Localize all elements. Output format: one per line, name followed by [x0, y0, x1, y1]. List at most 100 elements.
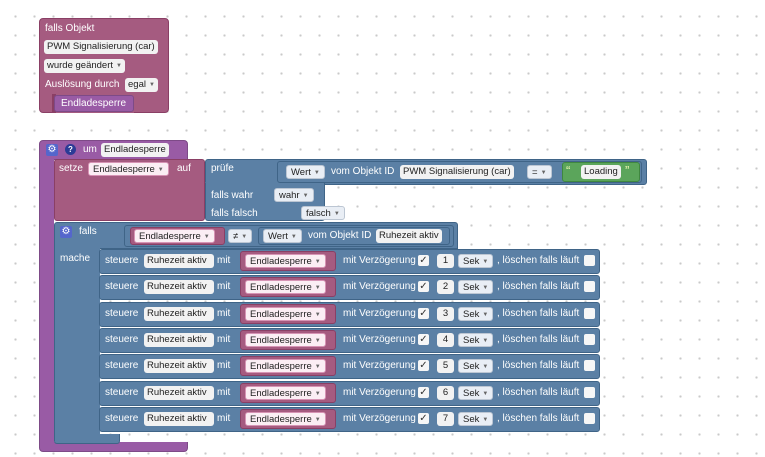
control-object-field[interactable]: Ruhezeit aktiv — [144, 280, 214, 294]
trigger-by-value: egal — [128, 79, 146, 90]
chevron-down-icon: ▼ — [482, 259, 489, 265]
with-label: mit — [217, 255, 231, 266]
unit-dropdown[interactable]: Sek ▼ — [458, 359, 494, 373]
unit-value: Sek — [463, 282, 480, 293]
delay-checkbox[interactable]: ✓ — [418, 255, 429, 266]
control-variable-dropdown[interactable]: Endladesperre ▼ — [245, 307, 326, 321]
chevron-down-icon: ▼ — [314, 417, 321, 423]
control-label: steuere — [105, 281, 139, 292]
if-attr-value: Wert — [268, 231, 288, 242]
clear-running-checkbox[interactable] — [584, 413, 595, 424]
when-false-dropdown[interactable]: falsch ▼ — [301, 206, 345, 220]
control-variable-value: Endladesperre — [250, 282, 312, 293]
control-variable-dropdown[interactable]: Endladesperre ▼ — [245, 280, 326, 294]
control-object-field[interactable]: Ruhezeit aktiv — [144, 386, 214, 400]
chevron-down-icon: ▼ — [203, 234, 210, 240]
clear-running-label: , löschen falls läuft — [497, 360, 580, 371]
clear-running-checkbox[interactable] — [584, 387, 595, 398]
trigger-by-dropdown[interactable]: egal ▼ — [125, 78, 158, 92]
delay-checkbox[interactable]: ✓ — [418, 387, 429, 398]
clear-running-checkbox[interactable] — [584, 360, 595, 371]
trigger-condition-dropdown[interactable]: wurde geändert ▼ — [44, 59, 125, 73]
unit-dropdown[interactable]: Sek ▼ — [458, 386, 494, 400]
with-label: mit — [217, 413, 231, 424]
delay-value-field[interactable]: 6 — [437, 386, 454, 400]
if-operator-dropdown[interactable]: ≠ ▼ — [228, 229, 253, 243]
delay-checkbox[interactable]: ✓ — [418, 334, 429, 345]
control-object-field[interactable]: Ruhezeit aktiv — [144, 359, 214, 373]
when-true-label: falls wahr — [211, 190, 254, 201]
delay-value-field[interactable]: 7 — [437, 412, 454, 426]
chevron-down-icon: ▼ — [148, 82, 155, 88]
control-variable-dropdown[interactable]: Endladesperre ▼ — [245, 359, 326, 373]
delay-label: mit Verzögerung — [343, 360, 416, 371]
operator-dropdown[interactable]: = ▼ — [527, 165, 552, 179]
trigger-title: falls Objekt — [45, 23, 95, 34]
unit-value: Sek — [463, 414, 480, 425]
clear-running-checkbox[interactable] — [584, 308, 595, 319]
control-label: steuere — [105, 308, 139, 319]
delay-value-field[interactable]: 2 — [437, 280, 454, 294]
unit-value: Sek — [463, 335, 480, 346]
delay-value-field[interactable]: 3 — [437, 307, 454, 321]
control-object-field[interactable]: Ruhezeit aktiv — [144, 254, 214, 268]
delay-checkbox[interactable]: ✓ — [418, 360, 429, 371]
clear-running-label: , löschen falls läuft — [497, 413, 580, 424]
unit-dropdown[interactable]: Sek ▼ — [458, 412, 494, 426]
control-object-field[interactable]: Ruhezeit aktiv — [144, 412, 214, 426]
function-name-field[interactable]: Endladesperre — [101, 143, 169, 157]
unit-dropdown[interactable]: Sek ▼ — [458, 333, 494, 347]
clear-running-checkbox[interactable] — [584, 281, 595, 292]
clear-running-label: , löschen falls läuft — [497, 255, 580, 266]
if-variable-dropdown[interactable]: Endladesperre ▼ — [134, 229, 215, 243]
control-label: steuere — [105, 334, 139, 345]
control-variable-dropdown[interactable]: Endladesperre ▼ — [245, 412, 326, 426]
ternary-check-label: prüfe — [211, 163, 234, 174]
unit-dropdown[interactable]: Sek ▼ — [458, 254, 494, 268]
control-variable-dropdown[interactable]: Endladesperre ▼ — [245, 254, 326, 268]
chevron-down-icon: ▼ — [302, 193, 309, 199]
unit-dropdown[interactable]: Sek ▼ — [458, 307, 494, 321]
trigger-object-field[interactable]: PWM Signalisierung (car) — [44, 40, 158, 54]
chevron-down-icon: ▼ — [314, 285, 321, 291]
clear-running-label: , löschen falls läuft — [497, 387, 580, 398]
control-variable-dropdown[interactable]: Endladesperre ▼ — [245, 386, 326, 400]
delay-value-field[interactable]: 4 — [437, 333, 454, 347]
attr-dropdown[interactable]: Wert ▼ — [286, 165, 325, 179]
chevron-down-icon: ▼ — [333, 211, 340, 217]
delay-checkbox[interactable]: ✓ — [418, 308, 429, 319]
with-label: mit — [217, 387, 231, 398]
control-variable-dropdown[interactable]: Endladesperre ▼ — [245, 333, 326, 347]
help-icon[interactable]: ? — [65, 144, 76, 155]
quote-close-icon: ” — [625, 163, 630, 178]
control-object-field[interactable]: Ruhezeit aktiv — [144, 307, 214, 321]
delay-value-field[interactable]: 5 — [437, 359, 454, 373]
if-attr-dropdown[interactable]: Wert ▼ — [263, 229, 302, 243]
clear-running-checkbox[interactable] — [584, 255, 595, 266]
delay-checkbox[interactable]: ✓ — [418, 281, 429, 292]
trigger-condition-label: wurde geändert — [47, 60, 114, 71]
unit-dropdown[interactable]: Sek ▼ — [458, 280, 494, 294]
object-id-field[interactable]: PWM Signalisierung (car) — [400, 165, 514, 179]
if-object-id-field[interactable]: Ruhezeit aktiv — [376, 229, 442, 243]
chevron-down-icon: ▼ — [482, 285, 489, 291]
delay-label: mit Verzögerung — [343, 334, 416, 345]
control-label: steuere — [105, 255, 139, 266]
if-from-object-label: vom Objekt ID — [308, 230, 372, 241]
chevron-down-icon: ▼ — [157, 167, 164, 173]
set-variable-dropdown[interactable]: Endladesperre ▼ — [88, 162, 169, 176]
clear-running-checkbox[interactable] — [584, 334, 595, 345]
gear-icon[interactable]: ⚙ — [46, 144, 58, 156]
delay-value-field[interactable]: 1 — [437, 254, 454, 268]
control-object-field[interactable]: Ruhezeit aktiv — [144, 333, 214, 347]
text-value-field[interactable]: Loading — [581, 165, 621, 179]
gear-icon[interactable]: ⚙ — [60, 226, 72, 238]
delay-checkbox[interactable]: ✓ — [418, 413, 429, 424]
delay-label: mit Verzögerung — [343, 413, 416, 424]
when-false-label: falls falsch — [211, 208, 258, 219]
with-label: mit — [217, 308, 231, 319]
when-true-dropdown[interactable]: wahr ▼ — [274, 188, 314, 202]
control-variable-value: Endladesperre — [250, 388, 312, 399]
chevron-down-icon: ▼ — [290, 234, 297, 240]
chevron-down-icon: ▼ — [314, 364, 321, 370]
